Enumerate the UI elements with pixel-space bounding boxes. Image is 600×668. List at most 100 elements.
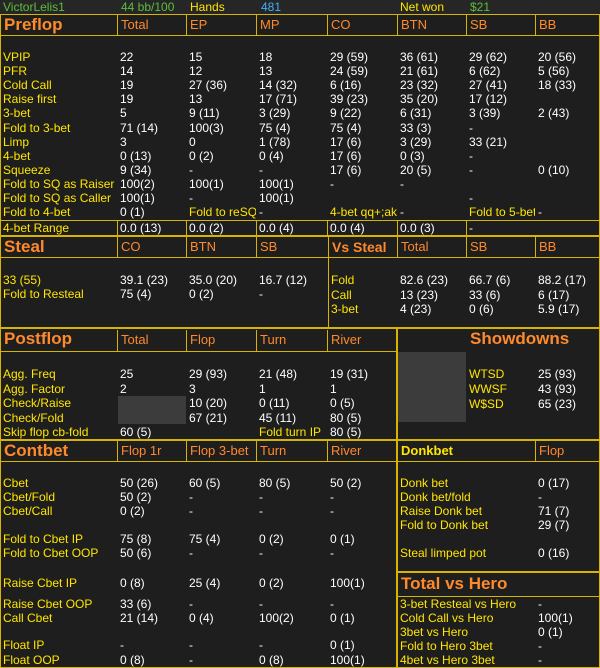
stat-value[interactable]: 16.7 (12) — [256, 273, 326, 287]
stat-value[interactable]: 0 (8) — [117, 576, 186, 590]
stat-value[interactable]: 19 (31) — [327, 367, 396, 381]
stat-value[interactable]: 100(1) — [327, 653, 396, 667]
stat-value[interactable]: 9 (22) — [327, 106, 397, 120]
stat-value[interactable]: - — [397, 205, 466, 219]
stat-value[interactable]: 14 (32) — [256, 78, 327, 92]
stat-value[interactable]: 60 (5) — [186, 476, 255, 490]
stat-value[interactable]: 5.9 (17) — [535, 302, 600, 316]
stat-value[interactable]: 0 (2) — [117, 504, 186, 518]
stat-value[interactable]: 20 (56) — [535, 50, 600, 64]
stat-value[interactable]: 0 (5) — [327, 396, 396, 410]
stat-value[interactable]: 0 (13) — [117, 149, 186, 163]
stat-value[interactable]: - — [535, 205, 600, 219]
stat-value[interactable]: - — [327, 546, 396, 560]
stat-value[interactable]: - — [186, 504, 255, 518]
stat-value[interactable]: - — [256, 163, 327, 177]
stat-value[interactable]: 6 (16) — [327, 78, 397, 92]
stat-value[interactable]: 75 (4) — [256, 121, 327, 135]
stat-value[interactable]: 100(1) — [256, 177, 327, 191]
stat-value[interactable]: 17 (12) — [466, 92, 535, 106]
stat-value[interactable]: 33 (21) — [466, 135, 535, 149]
stat-value[interactable]: 100(2) — [117, 177, 186, 191]
stat-value[interactable]: 6 (62) — [466, 64, 535, 78]
stat-value[interactable]: 60 (5) — [117, 425, 186, 439]
stat-value[interactable]: 80 (5) — [327, 425, 397, 439]
stat-value[interactable]: 33 (6) — [117, 597, 186, 611]
stat-value[interactable]: 5 — [117, 106, 186, 120]
stat-value[interactable]: - — [186, 638, 255, 652]
stat-value[interactable]: 0.0 (4) — [256, 221, 327, 235]
stat-value[interactable]: - — [256, 546, 325, 560]
stat-value[interactable]: 33 (6) — [466, 288, 535, 302]
stat-value[interactable]: 100(1) — [327, 576, 396, 590]
stat-value[interactable]: 17 (71) — [256, 92, 327, 106]
stat-value[interactable]: - — [535, 653, 600, 667]
stat-value[interactable]: 0.0 (4) — [327, 221, 397, 235]
stat-value[interactable]: - — [256, 504, 325, 518]
stat-value[interactable]: 0.0 (2) — [186, 221, 256, 235]
stat-value[interactable]: 29 (62) — [466, 50, 535, 64]
stat-value[interactable]: 0 (3) — [397, 149, 466, 163]
stat-value[interactable]: - — [466, 221, 535, 235]
stat-value[interactable]: - — [466, 191, 535, 205]
stat-value[interactable]: - — [466, 163, 535, 177]
stat-value[interactable]: 13 — [186, 92, 256, 106]
stat-value[interactable]: 0 (1) — [117, 205, 186, 219]
stat-value[interactable]: 80 (5) — [256, 476, 325, 490]
stat-value[interactable]: 18 — [256, 50, 327, 64]
stat-value[interactable]: - — [466, 149, 535, 163]
stat-value[interactable]: 0 (1) — [327, 532, 396, 546]
stat-value[interactable]: 21 (61) — [397, 64, 466, 78]
stat-value[interactable]: 6 (31) — [397, 106, 466, 120]
stat-value[interactable]: 20 (5) — [397, 163, 466, 177]
stat-value[interactable]: 25 — [117, 367, 186, 381]
stat-value[interactable]: 0 (2) — [186, 287, 256, 301]
stat-value[interactable]: - — [327, 490, 396, 504]
stat-value[interactable]: 14 — [117, 64, 186, 78]
stat-value[interactable]: 24 (59) — [327, 64, 397, 78]
stat-value[interactable]: 13 — [256, 64, 327, 78]
stat-value[interactable]: 9 (34) — [117, 163, 186, 177]
stat-value[interactable]: - — [535, 490, 600, 504]
stat-value[interactable]: 1 — [327, 382, 396, 396]
stat-value[interactable]: 100(1) — [256, 191, 327, 205]
stat-value[interactable]: 22 — [117, 50, 186, 64]
stat-value[interactable]: 65 (23) — [535, 397, 600, 411]
stat-value[interactable]: 0 (11) — [256, 396, 325, 410]
stat-value[interactable]: 35 (20) — [397, 92, 466, 106]
stat-value[interactable]: 43 (93) — [535, 382, 600, 396]
stat-value[interactable]: 75 (4) — [327, 121, 397, 135]
stat-value[interactable]: 5 (56) — [535, 64, 600, 78]
stat-value[interactable]: - — [186, 490, 255, 504]
stat-value[interactable]: - — [186, 191, 256, 205]
stat-value[interactable]: - — [186, 546, 255, 560]
stat-value[interactable]: 33 (3) — [397, 121, 466, 135]
stat-value[interactable]: 71 (14) — [117, 121, 186, 135]
stat-value[interactable]: - — [535, 639, 600, 653]
stat-value[interactable]: 0 — [186, 135, 256, 149]
stat-value[interactable]: - — [466, 121, 535, 135]
stat-value[interactable]: 100(1) — [117, 191, 186, 205]
stat-value[interactable]: 67 (21) — [186, 411, 255, 425]
stat-value[interactable]: 0 (17) — [535, 476, 600, 490]
stat-value[interactable]: 0 (4) — [256, 149, 327, 163]
stat-value[interactable]: 18 (33) — [535, 78, 600, 92]
stat-value[interactable]: - — [535, 597, 600, 611]
stat-value[interactable]: - — [256, 205, 327, 219]
stat-value[interactable]: 27 (41) — [466, 78, 535, 92]
stat-value[interactable]: 0 (1) — [535, 625, 600, 639]
stat-value[interactable]: 3 (29) — [397, 135, 466, 149]
stat-value[interactable]: 4 (23) — [397, 302, 466, 316]
stat-value[interactable]: 75 (4) — [117, 287, 187, 301]
stat-value[interactable]: - — [256, 490, 325, 504]
stat-value[interactable]: 29 (93) — [186, 367, 255, 381]
stat-value[interactable]: 0 (6) — [466, 302, 535, 316]
stat-value[interactable]: 100(1) — [535, 611, 600, 625]
stat-value[interactable]: 17 (6) — [327, 163, 397, 177]
stat-value[interactable]: 17 (6) — [327, 135, 397, 149]
stat-value[interactable]: 19 — [117, 92, 186, 106]
stat-value[interactable]: 50 (6) — [117, 546, 186, 560]
stat-value[interactable]: 29 (7) — [535, 518, 600, 532]
stat-value[interactable]: 23 (32) — [397, 78, 466, 92]
stat-value[interactable]: 75 (4) — [186, 532, 255, 546]
